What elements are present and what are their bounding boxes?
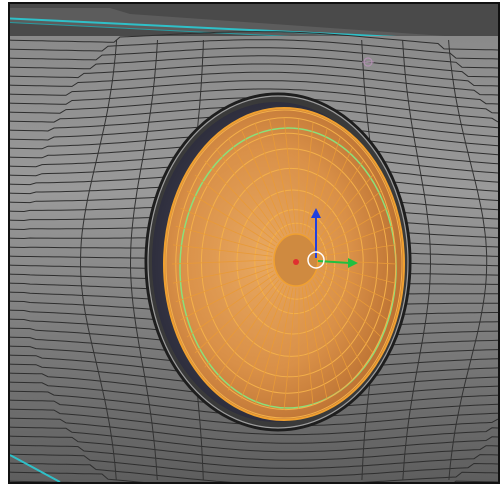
selected-mesh-part[interactable] [163, 107, 405, 421]
3d-viewport[interactable] [0, 0, 502, 485]
part-radial-edge [298, 119, 300, 233]
x-axis-origin[interactable] [293, 259, 299, 265]
part-radial-edge [298, 287, 300, 409]
